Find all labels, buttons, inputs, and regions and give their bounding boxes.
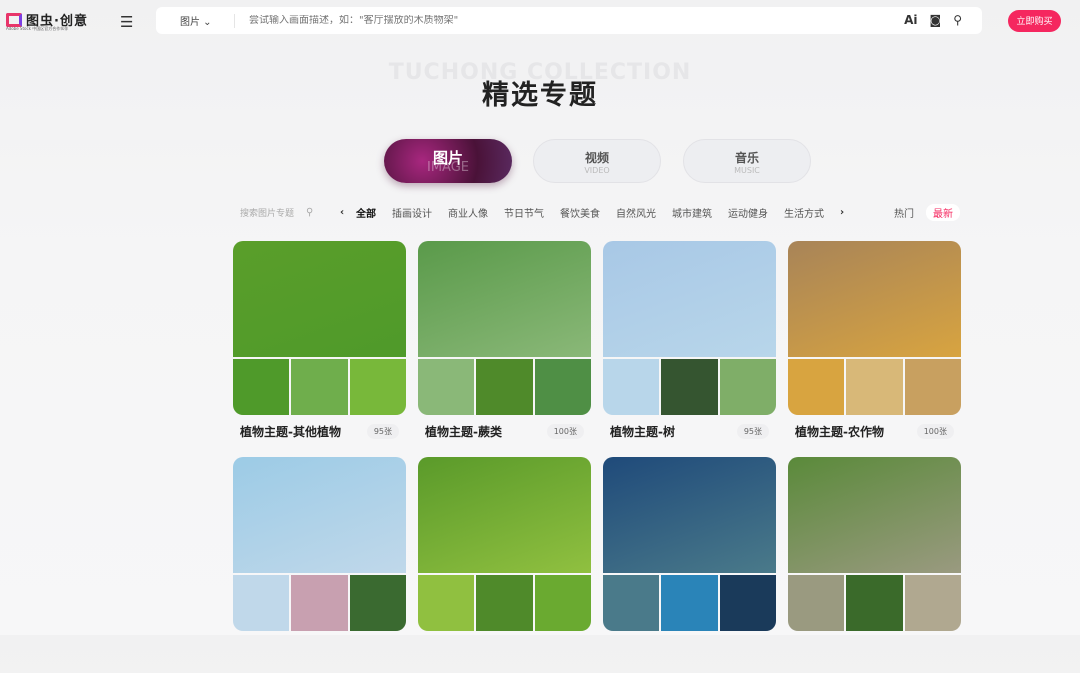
card-title: 植物主题-树 [610, 425, 675, 439]
logo-subtitle: Adobe Stock 中国区官方合作伙伴 [6, 26, 69, 31]
thumbnail-image[interactable] [534, 575, 591, 631]
chevron-right-icon[interactable]: › [840, 207, 856, 218]
category-8[interactable]: 生活方式 [784, 205, 824, 220]
search-icon[interactable]: ⚲ [953, 13, 962, 27]
cover-image[interactable] [233, 457, 406, 573]
menu-icon[interactable]: ☰ [120, 13, 133, 31]
topic-card[interactable] [233, 457, 406, 673]
thumbnail-image[interactable] [846, 575, 903, 631]
topic-card[interactable] [603, 457, 776, 673]
thumbnail-image[interactable] [904, 575, 961, 631]
thumbnail-image[interactable] [418, 575, 475, 631]
category-5[interactable]: 自然风光 [616, 205, 656, 220]
thumbnail-image[interactable] [846, 359, 903, 415]
thumbnail-image[interactable] [418, 359, 475, 415]
image-count-badge: 95张 [736, 424, 769, 439]
thumbnail-image[interactable] [349, 575, 406, 631]
divider [234, 13, 235, 28]
thumbnail-image[interactable] [661, 359, 718, 415]
thumbnail-image[interactable] [291, 359, 348, 415]
image-count-badge: 100张 [546, 424, 584, 439]
thumbnail-image[interactable] [233, 575, 290, 631]
thumbnail-image[interactable] [719, 575, 776, 631]
card-title: 植物主题-其他植物 [240, 425, 341, 439]
card-title: 植物主题-农作物 [795, 425, 884, 439]
page-title: 精选专题 [482, 80, 598, 111]
thumbnail-image[interactable] [534, 359, 591, 415]
topic-search-input[interactable]: 搜索图片专题 [240, 206, 306, 219]
topic-card[interactable]: 植物主题-树 95张 [603, 241, 776, 457]
thumbnail-image[interactable] [233, 359, 290, 415]
image-count-badge: 100张 [916, 424, 954, 439]
category-4[interactable]: 餐饮美食 [560, 205, 600, 220]
thumbnail-image[interactable] [603, 575, 660, 631]
tab-music[interactable]: 音乐 MUSIC [683, 139, 811, 183]
category-7[interactable]: 运动健身 [728, 205, 768, 220]
chevron-left-icon[interactable]: ‹ [340, 207, 356, 218]
top-bar: 图虫·创意 Adobe Stock 中国区官方合作伙伴 ☰ 图片 ⌄ Ai ◙ … [0, 0, 1080, 42]
thumbnail-image[interactable] [476, 575, 533, 631]
tab-video[interactable]: 视频 VIDEO [533, 139, 661, 183]
thumbnail-image[interactable] [291, 575, 348, 631]
search-type-select[interactable]: 图片 ⌄ [180, 13, 234, 28]
sort-hot[interactable]: 热门 [894, 205, 914, 220]
thumbnail-image[interactable] [349, 359, 406, 415]
search-input[interactable] [249, 15, 849, 26]
category-6[interactable]: 城市建筑 [672, 205, 712, 220]
cover-image[interactable] [603, 241, 776, 357]
cover-image[interactable] [603, 457, 776, 573]
topic-card[interactable] [788, 457, 961, 673]
category-0[interactable]: 全部 [356, 205, 376, 220]
topic-card[interactable]: 植物主题-蕨类 100张 [418, 241, 591, 457]
thumbnail-image[interactable] [788, 575, 845, 631]
topic-card[interactable]: 植物主题-其他植物 95张 [233, 241, 406, 457]
search-bar: 图片 ⌄ Ai ◙ ⚲ [156, 7, 982, 34]
cover-image[interactable] [788, 457, 961, 573]
thumbnail-image[interactable] [476, 359, 533, 415]
cover-image[interactable] [788, 241, 961, 357]
thumbnail-image[interactable] [719, 359, 776, 415]
topic-card[interactable] [418, 457, 591, 673]
ai-icon[interactable]: Ai [904, 13, 917, 27]
cover-image[interactable] [418, 457, 591, 573]
category-2[interactable]: 商业人像 [448, 205, 488, 220]
tab-image[interactable]: 图片 IMAGE [384, 139, 512, 183]
topic-grid: 植物主题-其他植物 95张 植物主题-蕨类 100张 植物主题-树 95张 植物主题-… [233, 241, 961, 673]
image-search-icon[interactable]: ◙ [930, 13, 942, 27]
logo-icon [6, 12, 22, 27]
thumbnail-image[interactable] [904, 359, 961, 415]
sort-new[interactable]: 最新 [926, 203, 960, 221]
thumbnail-image[interactable] [661, 575, 718, 631]
category-3[interactable]: 节日节气 [504, 205, 544, 220]
image-count-badge: 95张 [366, 424, 399, 439]
buy-button[interactable]: 立即购买 [1008, 10, 1061, 32]
card-title: 植物主题-蕨类 [425, 425, 502, 439]
topic-card[interactable]: 植物主题-农作物 100张 [788, 241, 961, 457]
cover-image[interactable] [418, 241, 591, 357]
thumbnail-image[interactable] [788, 359, 845, 415]
search-icon[interactable]: ⚲ [306, 207, 340, 218]
category-1[interactable]: 插画设计 [392, 205, 432, 220]
thumbnail-image[interactable] [603, 359, 660, 415]
category-bar: 搜索图片专题 ⚲ ‹ 全部 插画设计 商业人像 节日节气 餐饮美食 自然风光 城市建筑 运动健… [240, 203, 960, 221]
cover-image[interactable] [233, 241, 406, 357]
